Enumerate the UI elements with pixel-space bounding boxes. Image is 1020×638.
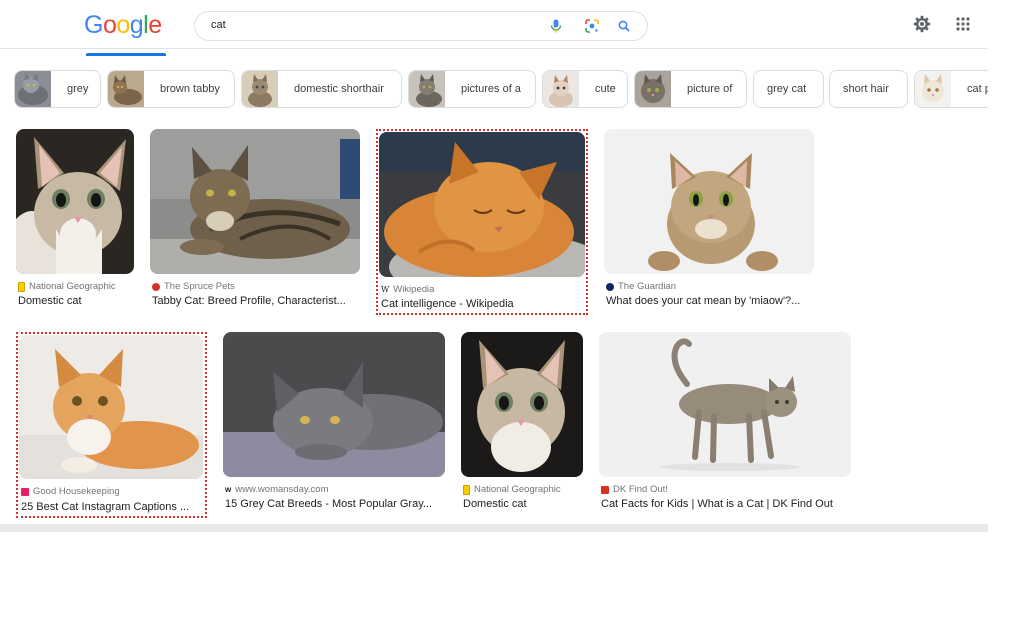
result-title[interactable]: What does your cat mean by 'miaow'?... xyxy=(606,295,816,307)
spruce-pets-favicon-icon xyxy=(152,282,160,291)
chip-label: pictures of a xyxy=(461,83,521,95)
image-result[interactable]: DK Find Out! Cat Facts for Kids | What i… xyxy=(599,332,851,512)
image-result[interactable]: Good Housekeeping 25 Best Cat Instagram … xyxy=(19,335,205,517)
image-result[interactable]: National Geographic Domestic cat xyxy=(461,332,583,512)
chip-label: grey cat xyxy=(767,83,807,95)
chip-thumbnail xyxy=(543,71,579,107)
chip-label: short hair xyxy=(843,83,889,95)
womansday-favicon-icon: w xyxy=(225,485,232,494)
result-thumbnail[interactable] xyxy=(19,335,203,479)
chip-cat-p[interactable]: cat p xyxy=(914,70,988,108)
chip-thumbnail xyxy=(242,71,278,107)
result-title[interactable]: Cat intelligence - Wikipedia xyxy=(381,298,586,310)
search-results-page: Google cat grey brown tabby domestic sho… xyxy=(0,0,988,532)
logo-letter: e xyxy=(148,11,162,39)
result-thumbnail[interactable] xyxy=(223,332,445,477)
chip-grey[interactable]: grey xyxy=(14,70,101,108)
logo-letter: o xyxy=(102,11,117,39)
search-icon[interactable] xyxy=(616,18,632,34)
chip-label: domestic shorthair xyxy=(294,83,384,95)
logo-letter: G xyxy=(84,11,103,39)
result-thumbnail[interactable] xyxy=(16,129,134,274)
wikipedia-favicon-icon: W xyxy=(381,285,390,294)
chip-label: cat p xyxy=(967,83,988,95)
chip-domestic-shorthair[interactable]: domestic shorthair xyxy=(241,70,402,108)
result-source: W Wikipedia xyxy=(381,284,434,295)
image-result[interactable]: W Wikipedia Cat intelligence - Wikipedia xyxy=(379,132,586,312)
result-title[interactable]: 15 Grey Cat Breeds - Most Popular Gray..… xyxy=(225,498,447,510)
result-thumbnail[interactable] xyxy=(379,132,585,277)
google-lens-icon[interactable] xyxy=(584,18,600,34)
google-logo[interactable]: Google xyxy=(84,11,162,40)
image-result[interactable]: The Guardian What does your cat mean by … xyxy=(604,129,814,309)
result-source-name: Good Housekeeping xyxy=(33,486,120,497)
chip-label: grey xyxy=(67,83,89,95)
chip-thumbnail xyxy=(108,71,144,107)
chip-thumbnail xyxy=(915,71,951,107)
result-source-name: National Geographic xyxy=(474,484,561,495)
apps-grid-icon[interactable] xyxy=(953,14,973,34)
good-housekeeping-favicon-icon xyxy=(21,487,29,496)
logo-letter: o xyxy=(116,11,130,39)
image-result[interactable]: National Geographic Domestic cat xyxy=(16,129,134,309)
result-source-name: www.womansday.com xyxy=(235,484,329,495)
chip-thumbnail xyxy=(15,71,51,107)
header: Google cat xyxy=(0,0,988,49)
result-title[interactable]: Cat Facts for Kids | What is a Cat | DK … xyxy=(601,498,853,510)
search-box[interactable]: cat xyxy=(194,11,648,41)
national-geographic-favicon-icon xyxy=(463,484,470,495)
footer-divider xyxy=(0,524,988,532)
chip-short-hair[interactable]: short hair xyxy=(829,70,908,108)
result-thumbnail[interactable] xyxy=(150,129,360,274)
result-thumbnail[interactable] xyxy=(461,332,583,477)
chip-thumbnail xyxy=(409,71,445,107)
result-title[interactable]: 25 Best Cat Instagram Captions ... xyxy=(21,501,205,513)
chip-picture-of[interactable]: picture of xyxy=(634,70,747,108)
chip-label: picture of xyxy=(687,83,733,95)
related-searches-chips: grey brown tabby domestic shorthair pict… xyxy=(14,70,988,110)
result-source-name: National Geographic xyxy=(29,281,116,292)
result-thumbnail[interactable] xyxy=(604,129,814,274)
result-source: w www.womansday.com xyxy=(225,484,329,495)
result-source: National Geographic xyxy=(18,281,116,292)
chip-label: cute xyxy=(595,83,616,95)
chip-cute[interactable]: cute xyxy=(542,70,628,108)
dk-find-out-favicon-icon xyxy=(601,485,609,494)
result-source-name: The Spruce Pets xyxy=(164,281,235,292)
images-tab-indicator xyxy=(86,53,166,56)
result-source-name: DK Find Out! xyxy=(613,484,668,495)
image-result[interactable]: w www.womansday.com 15 Grey Cat Breeds - … xyxy=(223,332,445,512)
result-source-name: The Guardian xyxy=(618,281,677,292)
search-input[interactable]: cat xyxy=(211,19,226,31)
chip-pictures-of-a[interactable]: pictures of a xyxy=(408,70,536,108)
image-result[interactable]: The Spruce Pets Tabby Cat: Breed Profile… xyxy=(150,129,360,309)
chip-brown-tabby[interactable]: brown tabby xyxy=(107,70,235,108)
result-title[interactable]: Tabby Cat: Breed Profile, Characterist..… xyxy=(152,295,362,307)
chip-thumbnail xyxy=(635,71,671,107)
settings-gear-icon[interactable] xyxy=(912,14,932,34)
result-source: National Geographic xyxy=(463,484,561,495)
result-title[interactable]: Domestic cat xyxy=(463,498,585,510)
result-source: The Spruce Pets xyxy=(152,281,235,292)
result-source: DK Find Out! xyxy=(601,484,668,495)
result-title[interactable]: Domestic cat xyxy=(18,295,136,307)
result-source: Good Housekeeping xyxy=(21,486,120,497)
result-source-name: Wikipedia xyxy=(393,284,435,295)
national-geographic-favicon-icon xyxy=(18,281,25,292)
result-thumbnail[interactable] xyxy=(599,332,851,477)
logo-letter: g xyxy=(129,11,144,39)
chip-grey-cat[interactable]: grey cat xyxy=(753,70,824,108)
microphone-icon[interactable] xyxy=(548,18,564,34)
result-source: The Guardian xyxy=(606,281,676,292)
chip-label: brown tabby xyxy=(160,83,220,95)
the-guardian-favicon-icon xyxy=(606,282,614,291)
